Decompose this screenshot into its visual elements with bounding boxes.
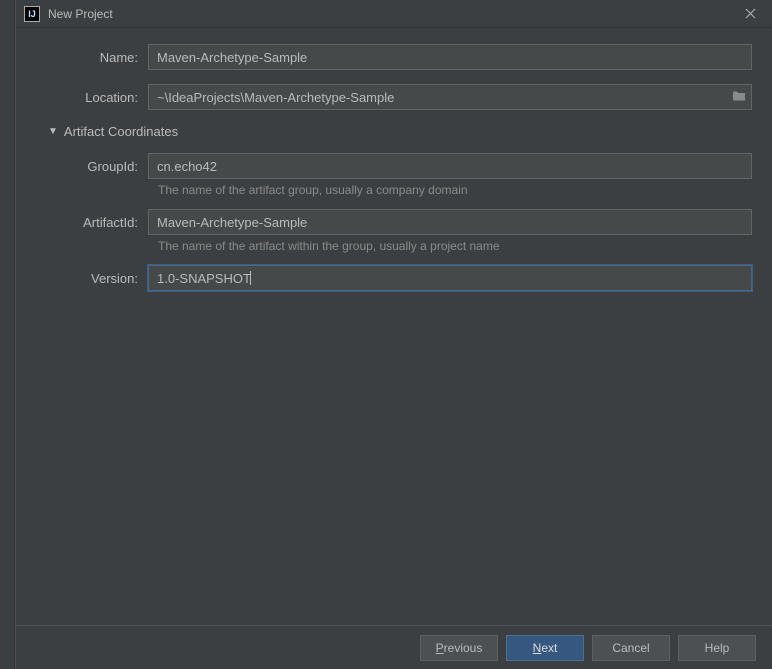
intellij-icon: IJ <box>24 6 40 22</box>
groupid-input[interactable] <box>148 153 752 179</box>
close-icon <box>745 8 756 19</box>
section-label: Artifact Coordinates <box>64 124 178 139</box>
chevron-down-icon: ▼ <box>48 126 58 137</box>
groupid-label: GroupId: <box>36 159 148 174</box>
name-label: Name: <box>36 50 148 65</box>
name-row: Name: <box>36 44 752 70</box>
location-row: Location: <box>36 84 752 110</box>
artifactid-help: The name of the artifact within the grou… <box>158 239 752 253</box>
version-label: Version: <box>36 271 148 286</box>
dialog-footer: Previous Next Cancel Help <box>16 625 772 669</box>
version-value: 1.0-SNAPSHOT <box>157 271 251 286</box>
artifactid-label: ArtifactId: <box>36 215 148 230</box>
cancel-button[interactable]: Cancel <box>592 635 670 661</box>
version-input[interactable]: 1.0-SNAPSHOT <box>148 265 752 291</box>
location-label: Location: <box>36 90 148 105</box>
artifactid-row: ArtifactId: <box>36 209 752 235</box>
close-button[interactable] <box>736 4 764 24</box>
dialog-content: Name: Location: ▼ Artifact Coordinates G… <box>16 28 772 625</box>
dialog-title: New Project <box>48 7 736 21</box>
version-row: Version: 1.0-SNAPSHOT <box>36 265 752 291</box>
groupid-help: The name of the artifact group, usually … <box>158 183 752 197</box>
titlebar: IJ New Project <box>16 0 772 28</box>
artifact-coordinates-toggle[interactable]: ▼ Artifact Coordinates <box>48 124 752 139</box>
previous-button[interactable]: Previous <box>420 635 498 661</box>
name-input[interactable] <box>148 44 752 70</box>
next-button[interactable]: Next <box>506 635 584 661</box>
text-caret-icon <box>250 271 251 285</box>
new-project-dialog: IJ New Project Name: Location: <box>15 0 772 669</box>
artifactid-input[interactable] <box>148 209 752 235</box>
background-strip <box>0 0 15 669</box>
help-button[interactable]: Help <box>678 635 756 661</box>
location-input[interactable] <box>148 84 752 110</box>
groupid-row: GroupId: <box>36 153 752 179</box>
browse-folder-icon[interactable] <box>732 90 746 105</box>
